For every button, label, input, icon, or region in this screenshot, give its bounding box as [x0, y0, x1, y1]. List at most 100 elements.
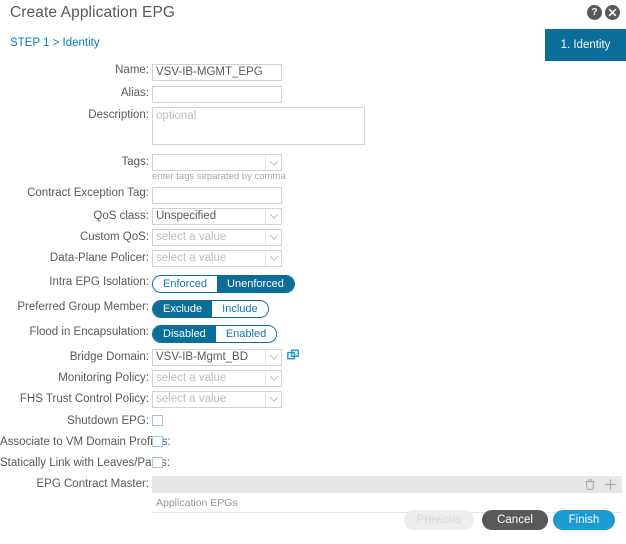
alias-label: Alias: [120, 86, 149, 99]
row-intra-epg-isolation: Intra EPG Isolation: Enforced Unenforced [0, 274, 626, 293]
row-custom-qos: Custom QoS: select a value [0, 228, 626, 246]
chevron-down-icon[interactable] [265, 349, 281, 365]
statically-link-leaves-paths-field-wrap [152, 455, 163, 473]
chevron-down-icon[interactable] [265, 229, 281, 245]
fhs-trust-control-policy-label: FHS Trust Control Policy: [19, 392, 149, 405]
breadcrumb: STEP 1 > Identity [10, 37, 100, 49]
name-field-wrap [152, 62, 282, 81]
monitoring-policy-label: Monitoring Policy: [58, 371, 149, 384]
dialog-header: Create Application EPG ? [0, 0, 626, 28]
intra-epg-isolation-option-unenforced[interactable]: Unenforced [217, 275, 294, 292]
data-plane-policer-label: Data-Plane Policer: [49, 251, 149, 264]
flood-in-encapsulation-label: Flood in Encapsulation: [29, 325, 149, 338]
monitoring-policy-field-wrap: select a value [152, 369, 282, 387]
chevron-down-icon[interactable] [265, 250, 281, 266]
row-shutdown-epg: Shutdown EPG: [0, 413, 626, 431]
custom-qos-label: Custom QoS: [79, 230, 149, 243]
qos-class-select[interactable]: Unspecified [152, 207, 282, 225]
preferred-group-member-toggle[interactable]: Exclude Include [152, 299, 269, 318]
tags-label: Tags: [121, 156, 150, 168]
row-contract-exception-tag: Contract Exception Tag: [0, 185, 626, 204]
header-icon-group: ? [587, 5, 620, 20]
name-input[interactable] [152, 63, 282, 81]
contract-exception-tag-field-wrap [152, 185, 282, 204]
tags-select[interactable] [152, 154, 282, 171]
row-description: Description: [0, 107, 626, 150]
associate-vm-domain-profiles-field-wrap [152, 434, 163, 452]
alias-field-wrap [152, 85, 282, 103]
fhs-trust-control-policy-value: select a value [156, 392, 227, 405]
associate-vm-domain-profiles-checkbox[interactable] [152, 435, 163, 447]
description-field-wrap [152, 107, 365, 150]
help-icon[interactable]: ? [587, 5, 602, 20]
flood-in-encapsulation-field-wrap: Disabled Enabled [152, 324, 278, 343]
plus-icon[interactable] [605, 478, 616, 490]
flood-in-encapsulation-option-enabled[interactable]: Enabled [215, 325, 277, 342]
associate-vm-domain-profiles-label: Associate to VM Domain Profiles: [0, 435, 171, 448]
intra-epg-isolation-field-wrap: Enforced Unenforced [152, 274, 295, 293]
row-bridge-domain: Bridge Domain: VSV-IB-Mgmt_BD [0, 348, 626, 366]
bridge-domain-select[interactable]: VSV-IB-Mgmt_BD [152, 348, 282, 366]
data-plane-policer-select[interactable]: select a value [152, 249, 282, 267]
qos-class-value: Unspecified [156, 209, 217, 222]
fhs-trust-control-policy-select[interactable]: select a value [152, 390, 282, 408]
identity-form: Name: Alias: Description: Tags: enter ta… [0, 62, 626, 517]
close-icon[interactable] [605, 5, 620, 20]
bridge-domain-label: Bridge Domain: [69, 350, 149, 363]
shutdown-epg-label: Shutdown EPG: [67, 414, 149, 427]
custom-qos-field-wrap: select a value [152, 228, 282, 246]
step-bar: STEP 1 > Identity 1. Identity [0, 29, 626, 61]
shutdown-epg-field-wrap [152, 413, 163, 431]
epg-contract-master-label: EPG Contract Master: [36, 477, 149, 490]
qos-class-label: QoS class: [93, 209, 149, 222]
preferred-group-member-option-include[interactable]: Include [212, 300, 268, 317]
custom-qos-select[interactable]: select a value [152, 228, 282, 246]
chevron-down-icon[interactable] [265, 370, 281, 386]
flood-in-encapsulation-option-disabled[interactable]: Disabled [153, 325, 216, 342]
trash-icon[interactable] [585, 478, 595, 490]
tab-identity[interactable]: 1. Identity [545, 29, 626, 61]
finish-button[interactable]: Finish [553, 510, 615, 530]
preferred-group-member-option-exclude[interactable]: Exclude [153, 300, 213, 317]
page-title: Create Application EPG [10, 4, 176, 21]
epg-contract-master-toolbar [152, 475, 622, 493]
statically-link-leaves-paths-checkbox[interactable] [152, 456, 163, 468]
row-alias: Alias: [0, 85, 626, 103]
description-textarea[interactable] [152, 107, 365, 145]
name-label: Name: [115, 64, 149, 76]
row-statically-link-leaves-paths: Statically Link with Leaves/Paths: [0, 455, 626, 473]
description-label: Description: [88, 109, 149, 121]
row-qos-class: QoS class: Unspecified [0, 207, 626, 225]
row-flood-in-encapsulation: Flood in Encapsulation: Disabled Enabled [0, 324, 626, 343]
dialog-footer: Previous Cancel Finish [0, 496, 626, 544]
fhs-trust-control-policy-field-wrap: select a value [152, 390, 282, 408]
monitoring-policy-value: select a value [156, 371, 227, 384]
row-preferred-group-member: Preferred Group Member: Exclude Include [0, 299, 626, 318]
flood-in-encapsulation-toggle[interactable]: Disabled Enabled [152, 324, 278, 343]
intra-epg-isolation-option-enforced[interactable]: Enforced [153, 275, 218, 292]
intra-epg-isolation-label: Intra EPG Isolation: [49, 275, 149, 288]
intra-epg-isolation-toggle[interactable]: Enforced Unenforced [152, 274, 295, 293]
open-external-icon[interactable] [287, 349, 300, 362]
preferred-group-member-field-wrap: Exclude Include [152, 299, 269, 318]
chevron-down-icon[interactable] [265, 208, 281, 224]
bridge-domain-field-wrap: VSV-IB-Mgmt_BD [152, 348, 300, 366]
previous-button[interactable]: Previous [404, 510, 474, 530]
data-plane-policer-field-wrap: select a value [152, 249, 282, 267]
alias-input[interactable] [152, 86, 282, 103]
bridge-domain-value: VSV-IB-Mgmt_BD [156, 350, 249, 363]
contract-exception-tag-input[interactable] [152, 186, 282, 204]
data-plane-policer-value: select a value [156, 251, 227, 264]
chevron-down-icon[interactable] [265, 391, 281, 407]
row-fhs-trust-control-policy: FHS Trust Control Policy: select a value [0, 390, 626, 408]
row-data-plane-policer: Data-Plane Policer: select a value [0, 249, 626, 267]
qos-class-field-wrap: Unspecified [152, 207, 282, 225]
tags-field-wrap: enter tags separated by comma [152, 154, 286, 183]
row-tags: Tags: enter tags separated by comma [0, 154, 626, 183]
monitoring-policy-select[interactable]: select a value [152, 369, 282, 387]
row-monitoring-policy: Monitoring Policy: select a value [0, 369, 626, 387]
shutdown-epg-checkbox[interactable] [152, 414, 163, 426]
chevron-down-icon[interactable] [265, 155, 281, 170]
preferred-group-member-label: Preferred Group Member: [17, 300, 149, 313]
cancel-button[interactable]: Cancel [482, 510, 548, 530]
